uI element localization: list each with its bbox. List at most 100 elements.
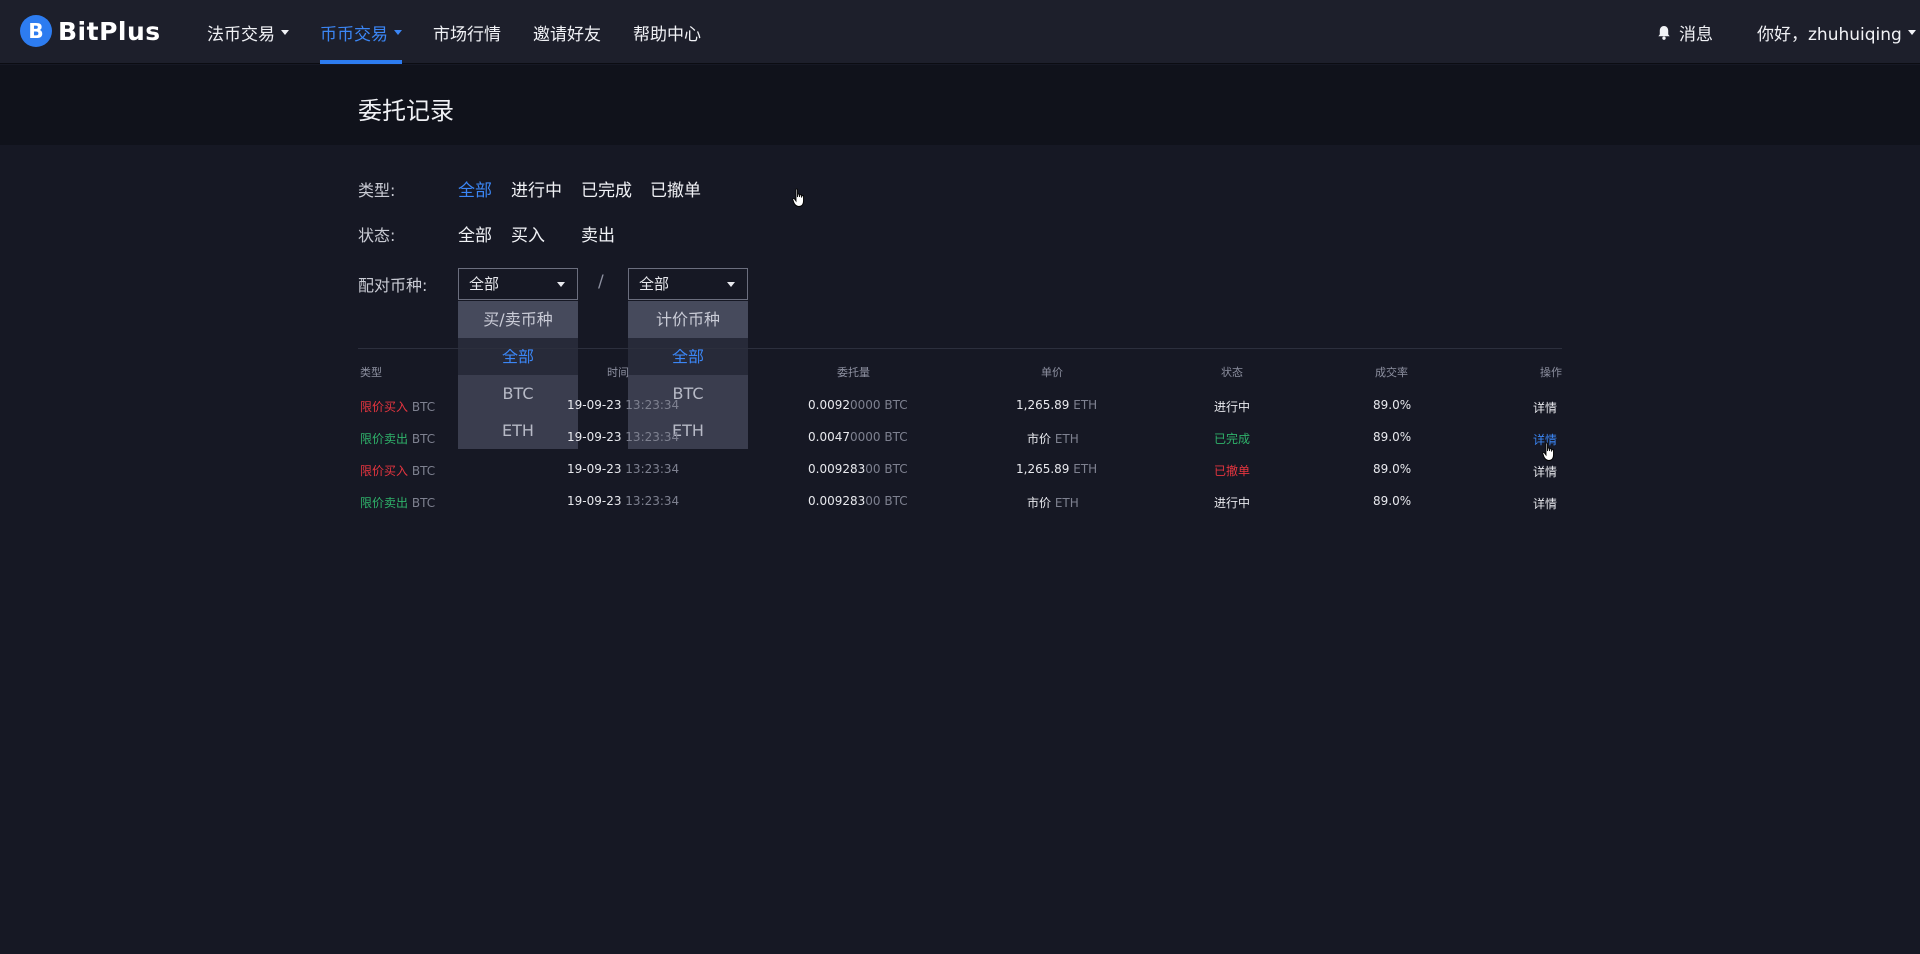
quote-coin-select-value: 全部 bbox=[639, 275, 670, 293]
row-type-cell: 限价买入 BTC bbox=[360, 462, 435, 479]
base-coin-option-btc[interactable]: BTC bbox=[458, 375, 578, 412]
base-coin-select[interactable]: 全部 bbox=[458, 268, 578, 300]
nav-market[interactable]: 市场行情 bbox=[433, 0, 501, 64]
status-filter-buy[interactable]: 买入 bbox=[511, 221, 545, 246]
order-coin: BTC bbox=[411, 400, 436, 414]
row-amount-cell: 0.00928300 BTC bbox=[808, 462, 908, 476]
row-time-cell: 19-09-23 13:23:34 bbox=[567, 494, 679, 508]
details-link[interactable]: 详情 bbox=[1533, 463, 1557, 480]
amount-rest: 00 BTC bbox=[865, 462, 908, 476]
order-date: 19-09-23 bbox=[567, 494, 622, 508]
status-badge: 已撤单 bbox=[1214, 464, 1251, 478]
quote-coin-select[interactable]: 全部 bbox=[628, 268, 748, 300]
row-amount-cell: 0.00920000 BTC bbox=[808, 398, 908, 412]
amount-main: 0.0092 bbox=[808, 398, 850, 412]
price-unit: ETH bbox=[1054, 432, 1079, 446]
chevron-down-icon bbox=[557, 282, 565, 287]
status-filter-sell[interactable]: 卖出 bbox=[581, 221, 615, 246]
order-time: 13:23:34 bbox=[625, 494, 680, 508]
order-coin: BTC bbox=[411, 496, 436, 510]
amount-rest: 00 BTC bbox=[865, 494, 908, 508]
messages-label: 消息 bbox=[1679, 24, 1713, 45]
row-price-cell: 市价 ETH bbox=[1027, 494, 1079, 511]
th-time: 时间 bbox=[607, 366, 629, 379]
status-filter-all[interactable]: 全部 bbox=[458, 221, 492, 246]
th-type: 类型 bbox=[360, 366, 382, 379]
page-title: 委托记录 bbox=[358, 97, 454, 125]
base-coin-dropdown: 买/卖币种 全部 BTC ETH bbox=[458, 301, 578, 449]
amount-main: 0.009283 bbox=[808, 494, 866, 508]
details-link[interactable]: 详情 bbox=[1533, 399, 1557, 416]
fill-rate: 89.0% bbox=[1373, 398, 1412, 412]
row-amount-cell: 0.00470000 BTC bbox=[808, 430, 908, 444]
nav-label: 邀请好友 bbox=[533, 24, 601, 45]
row-time-cell: 19-09-23 13:23:34 bbox=[567, 398, 679, 412]
details-link[interactable]: 详情 bbox=[1533, 495, 1557, 512]
quote-coin-dropdown-header: 计价币种 bbox=[628, 301, 748, 338]
nav-label: 币币交易 bbox=[320, 24, 388, 45]
user-menu[interactable]: 你好，zhuhuiqing bbox=[1757, 0, 1916, 64]
th-status: 状态 bbox=[1221, 366, 1243, 379]
order-time: 13:23:34 bbox=[625, 398, 680, 412]
nav-coin-trade[interactable]: 币币交易 bbox=[320, 0, 402, 64]
row-price-cell: 1,265.89 ETH bbox=[1016, 398, 1097, 412]
top-navbar: B BitPlus 法币交易 币币交易 市场行情 邀请好友 帮助中心 消息 你好… bbox=[0, 0, 1920, 64]
price-value: 1,265.89 bbox=[1016, 398, 1070, 412]
amount-main: 0.009283 bbox=[808, 462, 866, 476]
base-coin-option-eth[interactable]: ETH bbox=[458, 412, 578, 449]
order-date: 19-09-23 bbox=[567, 398, 622, 412]
base-coin-select-value: 全部 bbox=[469, 275, 500, 293]
price-unit: ETH bbox=[1054, 496, 1079, 510]
pair-filter-label: 配对币种: bbox=[358, 276, 428, 295]
row-price-cell: 1,265.89 ETH bbox=[1016, 462, 1097, 476]
type-filter-ongoing[interactable]: 进行中 bbox=[511, 176, 562, 201]
th-action: 操作 bbox=[1540, 366, 1562, 379]
row-type-cell: 限价卖出 BTC bbox=[360, 430, 435, 447]
chevron-down-icon bbox=[394, 29, 402, 35]
th-fill-rate: 成交率 bbox=[1375, 366, 1408, 379]
bell-icon bbox=[1658, 25, 1670, 40]
price-value: 市价 bbox=[1027, 496, 1052, 510]
th-amount: 委托量 bbox=[837, 366, 870, 379]
nav-help[interactable]: 帮助中心 bbox=[633, 0, 701, 64]
nav-fiat-trade[interactable]: 法币交易 bbox=[207, 0, 289, 64]
chevron-down-icon bbox=[281, 29, 289, 35]
hand-cursor-icon bbox=[792, 188, 804, 207]
th-price: 单价 bbox=[1041, 366, 1063, 379]
fill-rate: 89.0% bbox=[1373, 430, 1412, 444]
logo[interactable]: B BitPlus bbox=[20, 15, 161, 47]
order-coin: BTC bbox=[411, 432, 436, 446]
row-type-cell: 限价卖出 BTC bbox=[360, 494, 435, 511]
messages-button[interactable]: 消息 bbox=[1657, 0, 1713, 64]
chevron-down-icon bbox=[1907, 29, 1916, 35]
type-filter-label: 类型: bbox=[358, 181, 396, 200]
base-coin-dropdown-header: 买/卖币种 bbox=[458, 301, 578, 338]
row-time-cell: 19-09-23 13:23:34 bbox=[567, 462, 679, 476]
nav-label: 法币交易 bbox=[207, 24, 275, 45]
table-divider bbox=[358, 348, 1562, 349]
row-amount-cell: 0.00928300 BTC bbox=[808, 494, 908, 508]
order-date: 19-09-23 bbox=[567, 430, 622, 444]
type-filter-all[interactable]: 全部 bbox=[458, 176, 492, 201]
nav-invite[interactable]: 邀请好友 bbox=[533, 0, 601, 64]
order-time: 13:23:34 bbox=[625, 430, 680, 444]
status-filter-label: 状态: bbox=[358, 226, 396, 245]
base-coin-option-all[interactable]: 全部 bbox=[458, 338, 578, 375]
row-type-cell: 限价买入 BTC bbox=[360, 398, 435, 415]
order-type: 限价卖出 bbox=[360, 432, 409, 446]
row-time-cell: 19-09-23 13:23:34 bbox=[567, 430, 679, 444]
price-unit: ETH bbox=[1073, 398, 1098, 412]
quote-coin-option-all[interactable]: 全部 bbox=[628, 338, 748, 375]
hand-cursor-icon bbox=[1542, 442, 1554, 461]
nav-label: 帮助中心 bbox=[633, 24, 701, 45]
order-type: 限价买入 bbox=[360, 464, 409, 478]
fill-rate: 89.0% bbox=[1373, 462, 1412, 476]
price-value: 1,265.89 bbox=[1016, 462, 1070, 476]
amount-main: 0.0047 bbox=[808, 430, 850, 444]
order-coin: BTC bbox=[411, 464, 436, 478]
logo-text: BitPlus bbox=[58, 16, 161, 46]
status-badge: 已完成 bbox=[1214, 432, 1251, 446]
type-filter-done[interactable]: 已完成 bbox=[581, 176, 632, 201]
type-filter-cancelled[interactable]: 已撤单 bbox=[650, 176, 701, 201]
logo-mark-icon: B bbox=[20, 15, 52, 47]
